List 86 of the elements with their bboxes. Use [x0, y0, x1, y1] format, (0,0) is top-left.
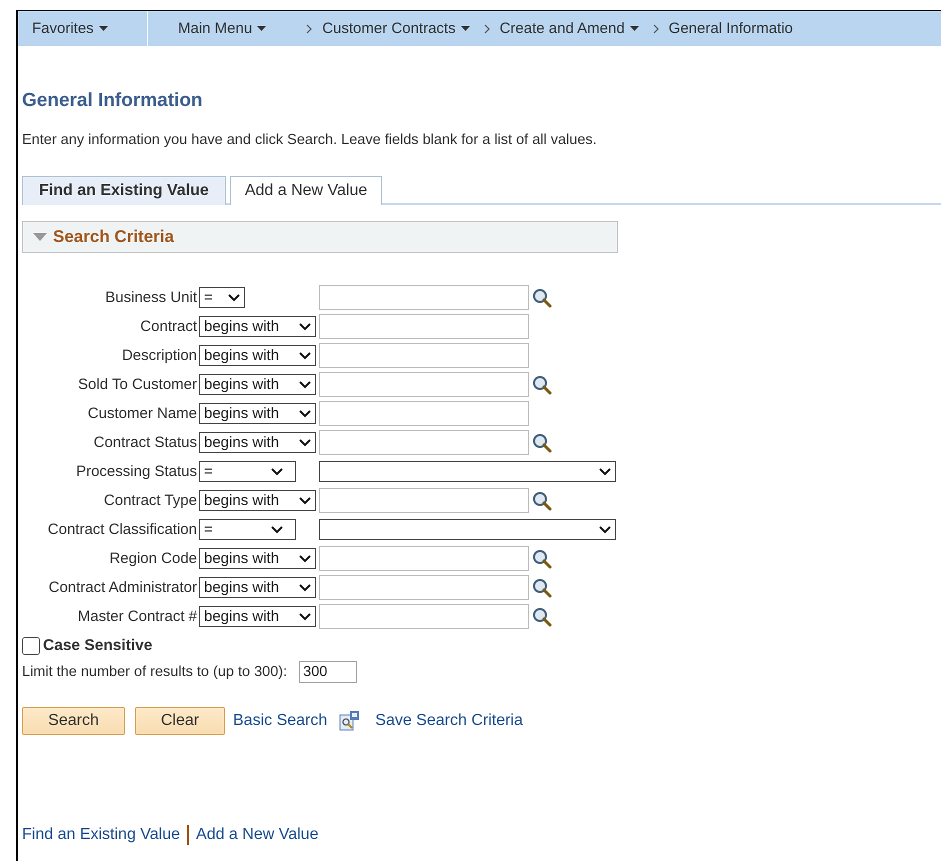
operator-dropdown[interactable]: begins with — [199, 345, 316, 366]
search-icon[interactable] — [531, 576, 553, 598]
footer-link[interactable]: Find an Existing Value — [22, 826, 180, 844]
chevron-icon — [299, 322, 311, 330]
field-label: Contract Classification — [46, 521, 197, 538]
chevron-icon — [271, 526, 283, 534]
field-label: Master Contract # — [76, 608, 197, 625]
search-icon[interactable] — [531, 286, 553, 308]
chevron-icon — [299, 352, 311, 360]
search-icon[interactable] — [531, 432, 553, 454]
section-header[interactable]: Search Criteria — [22, 221, 618, 253]
action-button[interactable]: Search — [22, 707, 125, 735]
operator-dropdown[interactable]: = — [199, 519, 296, 540]
tab[interactable]: Add a New Value — [230, 176, 382, 205]
caret-icon — [460, 26, 470, 31]
operator-dropdown[interactable]: begins with — [199, 374, 316, 395]
operator-dropdown[interactable]: begins with — [199, 548, 316, 569]
operator-dropdown[interactable]: begins with — [199, 403, 316, 424]
checkbox[interactable] — [22, 637, 40, 655]
input-field[interactable] — [319, 285, 529, 310]
field-label: Contract Administrator — [48, 579, 197, 596]
search-icon[interactable] — [531, 606, 553, 628]
input-field[interactable] — [319, 372, 529, 397]
chevron-icon — [299, 584, 311, 592]
operator-dropdown[interactable]: = — [199, 287, 245, 308]
chevron-right-icon — [306, 24, 312, 34]
operator-dropdown[interactable]: begins with — [199, 432, 316, 453]
field-label: Sold To Customer — [77, 376, 197, 393]
breadcrumb-item[interactable]: Create and Amend — [490, 11, 653, 46]
chevron-icon — [271, 468, 283, 476]
input-field[interactable] — [319, 314, 529, 339]
basic-search-link[interactable]: Basic Search — [233, 712, 328, 730]
input-field[interactable] — [319, 401, 529, 426]
save-search-icon — [339, 710, 362, 732]
operator-dropdown[interactable]: begins with — [199, 577, 316, 598]
search-icon[interactable] — [531, 374, 553, 396]
footer-link[interactable]: Add a New Value — [196, 826, 318, 844]
chevron-icon — [299, 554, 311, 562]
limit-field[interactable]: 300 — [299, 661, 358, 683]
expanded-triangle-icon — [33, 233, 47, 241]
limit-label: Limit the number of results to (up to 300): — [22, 664, 288, 680]
input-field[interactable] — [319, 575, 529, 600]
breadcrumb-item[interactable]: Main Menu — [148, 11, 306, 46]
caret-icon — [98, 26, 108, 31]
chevron-icon — [299, 612, 311, 620]
input-field[interactable] — [319, 546, 529, 571]
field-label: Contract Type — [102, 492, 197, 509]
caret-icon — [257, 26, 266, 31]
checkbox-label: Case Sensitive — [43, 637, 152, 655]
input-field[interactable] — [319, 430, 529, 455]
tab[interactable]: Find an Existing Value — [22, 176, 226, 205]
chevron-right-icon — [484, 24, 490, 34]
chevron-icon — [299, 438, 311, 446]
chevron-icon — [599, 468, 611, 476]
field-label: Processing Status — [75, 463, 197, 480]
input-field[interactable] — [319, 604, 529, 629]
search-icon[interactable] — [531, 548, 553, 570]
breadcrumb-item[interactable]: Customer Contracts — [312, 11, 484, 46]
field-label: Contract Status — [92, 434, 197, 451]
operator-dropdown[interactable]: = — [199, 461, 296, 482]
input-field[interactable] — [319, 488, 529, 513]
chevron-right-icon — [652, 24, 659, 34]
chevron-icon — [599, 526, 611, 534]
value-dropdown[interactable] — [319, 461, 616, 482]
field-label: Description — [120, 347, 197, 364]
chevron-icon — [299, 410, 311, 418]
search-icon[interactable] — [531, 490, 553, 512]
chevron-icon — [299, 380, 311, 388]
input-field[interactable] — [319, 343, 529, 368]
save-search-link[interactable]: Save Search Criteria — [375, 712, 523, 730]
action-button[interactable]: Clear — [135, 707, 225, 735]
field-label: Region Code — [108, 550, 197, 567]
operator-dropdown[interactable]: begins with — [199, 316, 316, 337]
breadcrumb-item[interactable]: General Informatio — [658, 11, 807, 46]
operator-dropdown[interactable]: begins with — [199, 490, 316, 511]
operator-dropdown[interactable]: begins with — [199, 606, 316, 627]
chevron-icon — [299, 496, 311, 504]
field-label: Customer Name — [86, 405, 197, 422]
field-label: Business Unit — [104, 289, 197, 306]
value-dropdown[interactable] — [319, 519, 616, 540]
field-label: Contract — [139, 318, 197, 335]
instructions-text: Enter any information you have and click Search. Leave fields blank for a list of all values. — [22, 132, 598, 148]
breadcrumb-item[interactable]: Favorites — [18, 11, 148, 46]
caret-icon — [630, 26, 639, 31]
chevron-icon — [228, 294, 240, 302]
page-title: General Information — [22, 90, 204, 112]
